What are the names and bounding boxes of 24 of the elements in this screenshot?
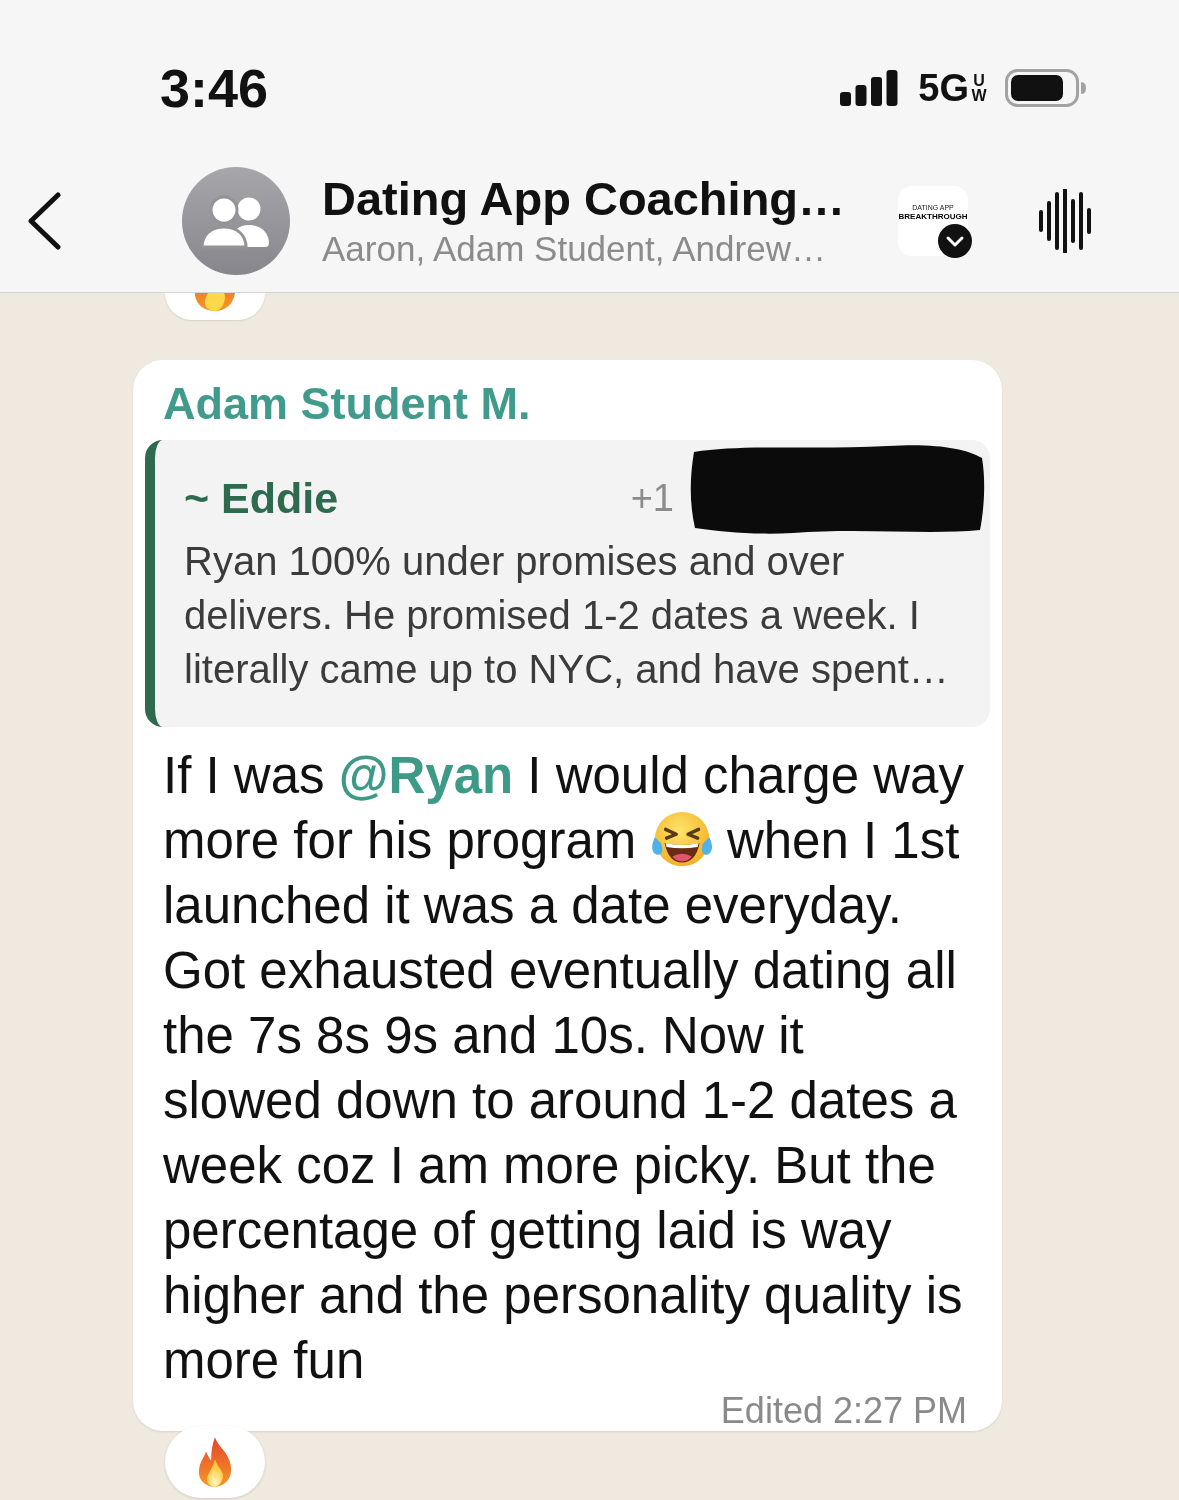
quoted-message[interactable]: ~ Eddie +1 Ryan 100% under promises and over delivers. He promised 1-2 dates a week. I literally came up to NYC, and have spent…	[145, 440, 990, 727]
message-time: 2:27 PM	[832, 1393, 967, 1429]
chat-subtitle: Aaron, Adam Student, Andrew…	[322, 228, 827, 270]
network-suffix-text: UW	[971, 72, 987, 104]
quote-phone: +1	[630, 476, 674, 521]
status-time: 3:46	[160, 61, 269, 115]
chevron-down-icon[interactable]	[938, 224, 972, 258]
message-text: If I was @Ryan I would charge way more for his program when I 1st launched it was a date everyday. Got exhausted eventually dating all the 7s 8s 9s and 10s. Now it slowed down to around 1-2 dates a week coz I am more picky. But the percentage of getting laid is way higher and the personality quality is more fun	[163, 746, 965, 1391]
group-avatar-icon[interactable]	[182, 167, 290, 275]
reaction-pill[interactable]	[165, 293, 265, 320]
chat-title: Dating App Coaching…	[322, 171, 847, 227]
network-type-label: 5G	[918, 69, 969, 107]
logo-wordmark: BREAKTHROUGH	[898, 212, 968, 222]
edited-label: Edited	[720, 1393, 823, 1429]
waveform-icon[interactable]	[1038, 189, 1092, 253]
battery-icon	[1005, 69, 1087, 107]
signal-icon	[840, 70, 899, 106]
quote-author: ~ Eddie	[184, 473, 339, 524]
fire-emoji-icon	[195, 293, 235, 311]
chevron-left-icon	[26, 192, 62, 250]
quote-text: Ryan 100% under promises and over delivers. He promised 1-2 dates a week. I literally came up to NYC, and have spent…	[184, 538, 950, 693]
back-button[interactable]	[26, 192, 62, 250]
sender-name: Adam Student M.	[163, 377, 532, 431]
reaction-pill[interactable]	[165, 1426, 265, 1498]
